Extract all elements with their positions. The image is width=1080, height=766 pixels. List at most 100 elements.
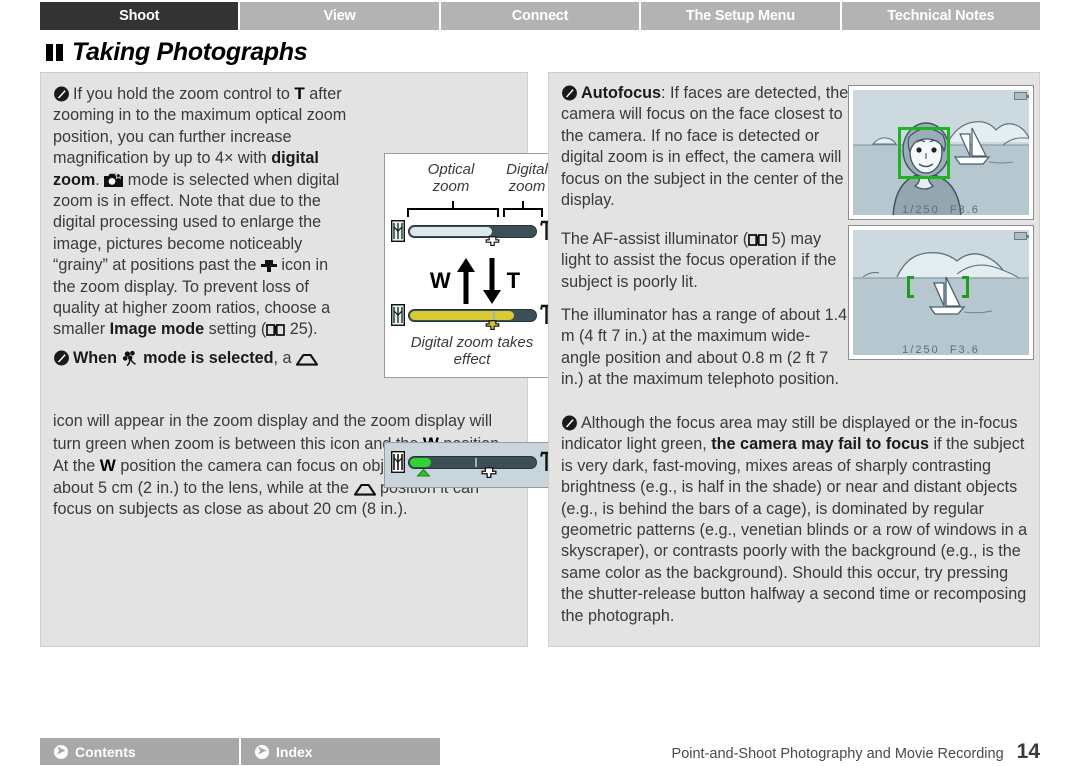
- note-text-image-mode-bold: Image mode: [109, 320, 205, 339]
- note-text-1a: If you hold the zoom control to: [73, 85, 295, 103]
- zoombar-fill-optical: [410, 226, 492, 236]
- landscape-marker-icon: [296, 353, 319, 366]
- zoombar-fill-digital: [410, 310, 514, 320]
- arrow-right-icon: ➤: [54, 744, 68, 759]
- digital-zoom-threshold-marker: [485, 236, 500, 246]
- footer-section-label: Point-and-Shoot Photography and Movie Re…: [671, 746, 1004, 762]
- footer-meta: Point-and-Shoot Photography and Movie Re…: [672, 740, 1040, 764]
- battery-level-icon: [1014, 92, 1029, 100]
- af-assist-page-ref: 5: [771, 230, 781, 248]
- landscape-marker-icon-2: [353, 483, 376, 496]
- af-assist-note: The AF-assist illuminator ( 5) may light…: [561, 229, 849, 293]
- page-title: Taking Photographs: [46, 38, 308, 67]
- zoombar-track-macro: [408, 455, 537, 469]
- optical-zoom-brace: [407, 201, 499, 217]
- autofocus-note-text: : If faces are detected, the camera will…: [561, 84, 849, 210]
- arrow-right-icon-2: ➤: [255, 744, 269, 759]
- note-text-1f: setting (: [204, 320, 267, 339]
- book-reference-icon: [266, 324, 286, 337]
- macro-flower-icon: [122, 350, 136, 366]
- digital-zoom-note-top: If you hold the zoom control to T after …: [53, 83, 353, 341]
- monitor-1-aperture: F3.6: [949, 204, 980, 216]
- heading-marker-icon: [46, 44, 63, 61]
- af-bracket-right: [962, 276, 969, 298]
- monitor-1-shutter-speed: 1/250: [902, 204, 940, 216]
- macro-mode-note-top: When mode is selected, a: [53, 348, 349, 369]
- tab-technical-notes[interactable]: Technical Notes: [841, 2, 1041, 30]
- tab-setup-menu-label: The Setup Menu: [685, 8, 795, 24]
- footer-nav: ➤ Contents ➤ Index: [40, 738, 440, 765]
- monitor-2-shutter-speed: 1/250: [902, 344, 940, 356]
- zoombar-mid-tick: [475, 457, 477, 467]
- note-text-1c: .: [95, 170, 105, 189]
- tab-view-label: View: [323, 8, 356, 24]
- note-text-2a: , a: [273, 348, 297, 367]
- fail-to-focus-note: Although the focus area may still be dis…: [561, 413, 1029, 627]
- zoom-out-arrow-icon: [482, 258, 501, 304]
- digital-zoom-marker-mini-icon: [481, 467, 497, 478]
- af-assist-text-a: The AF-assist illuminator (: [561, 230, 749, 248]
- tab-view[interactable]: View: [240, 2, 439, 30]
- digital-zoom-threshold-marker-active: [485, 320, 500, 330]
- zoombar-optical-row: [391, 220, 553, 242]
- note-text-1-page-ref: 25: [289, 320, 308, 339]
- illuminator-range-note-top: The illuminator has a range of about 1.4…: [561, 305, 849, 391]
- wide-letter-glyph-2: W: [99, 456, 116, 476]
- index-button-label: Index: [276, 743, 313, 760]
- illuminator-range-text: The illuminator has a range of about 1.4…: [561, 306, 848, 389]
- tab-setup-menu[interactable]: The Setup Menu: [641, 2, 840, 30]
- note-pencil-icon: [54, 86, 69, 102]
- wide-angle-icon: [391, 220, 405, 242]
- tab-technical-notes-label: Technical Notes: [887, 8, 995, 24]
- fail-focus-text-b: if the subject is very dark, fast-moving…: [561, 435, 1028, 625]
- index-button[interactable]: ➤ Index: [241, 738, 440, 765]
- contents-button-label: Contents: [75, 743, 136, 760]
- zoombar-fill-macro: [410, 457, 431, 467]
- af-bracket-left: [907, 276, 914, 298]
- left-note-panel: If you hold the zoom control to T after …: [40, 72, 558, 647]
- tele-letter-glyph: T: [294, 84, 305, 103]
- zoom-range-diagram: Optical zoom Digital zoom W T Digital zo…: [384, 153, 558, 378]
- autofocus-note: Autofocus: If faces are detected, the ca…: [561, 83, 849, 211]
- monitor-2-illustration: [853, 230, 1029, 355]
- battery-level-icon-2: [1014, 232, 1029, 240]
- manual-page: Shoot View Connect The Setup Menu Techni…: [0, 0, 1080, 766]
- note-pencil-icon-3: [562, 85, 577, 101]
- note-pencil-icon-2: [54, 350, 69, 366]
- face-detection-box: [898, 127, 950, 179]
- zoombar-optical-limit-tick: [493, 310, 495, 320]
- monitor-2-aperture: F3.6: [949, 344, 980, 356]
- monitor-center-focus: 1/250 F3.6: [848, 225, 1034, 360]
- digital-zoom-camera-icon: [104, 171, 124, 187]
- tab-shoot[interactable]: Shoot: [40, 2, 239, 30]
- zoombar-digital-row: [391, 304, 553, 326]
- tab-connect-label: Connect: [511, 8, 569, 24]
- zoom-direction-arrows: W T: [405, 255, 545, 307]
- wide-angle-icon-2: [391, 304, 405, 326]
- page-title-text: Taking Photographs: [72, 38, 308, 66]
- monitor-2-scene: [853, 230, 1029, 355]
- tele-letter-figure: T: [506, 268, 521, 293]
- note-text-2-bold-when: When: [73, 348, 118, 367]
- zoombar-track-optical: [408, 224, 537, 238]
- wide-letter-figure: W: [429, 268, 451, 293]
- digital-zoom-effect-label: Digital zoom takes effect: [410, 334, 534, 368]
- zoombar-track-digital: [408, 308, 537, 322]
- fail-focus-bold: the camera may fail to focus: [711, 435, 929, 454]
- book-reference-icon-2: [748, 234, 767, 246]
- note-text-1g: ).: [307, 320, 318, 339]
- contents-button[interactable]: ➤ Contents: [40, 738, 239, 765]
- wide-angle-icon-3: [391, 451, 405, 473]
- tab-connect[interactable]: Connect: [440, 2, 640, 30]
- monitor-2-osd: 1/250 F3.6: [849, 344, 1033, 356]
- zoom-in-arrow-icon: [456, 258, 475, 304]
- macro-zoom-display-figure: [384, 442, 558, 488]
- footer-page-number: 14: [1016, 740, 1040, 763]
- autofocus-bold-label: Autofocus: [581, 84, 662, 102]
- optical-zoom-label: Optical zoom: [427, 161, 475, 195]
- note-pencil-icon-4: [562, 415, 577, 431]
- monitor-face-detection: 1/250 F3.6: [848, 85, 1034, 220]
- tab-shoot-label: Shoot: [119, 8, 160, 24]
- macro-limit-marker-icon: [416, 468, 431, 477]
- digital-zoom-brace: [503, 201, 543, 217]
